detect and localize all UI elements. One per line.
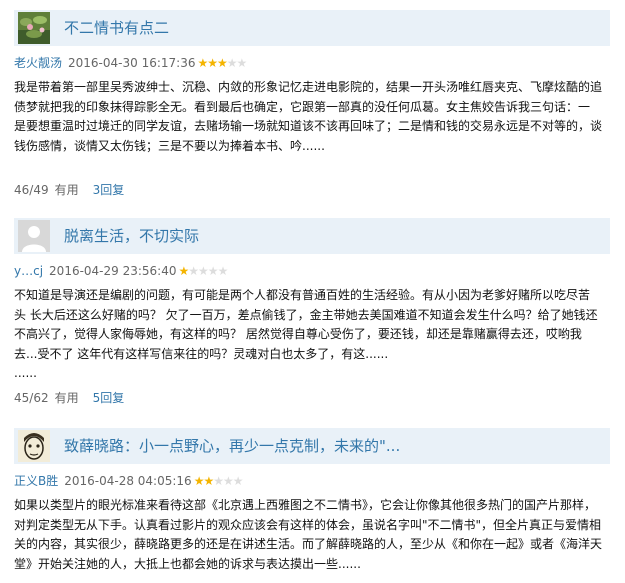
star-icon: ★	[203, 474, 214, 488]
review-meta: 正义B胜 2016-04-28 04:05:16 ★★★★★	[14, 472, 243, 490]
review-meta: y…cj 2016-04-29 23:56:40 ★★★★★	[14, 262, 229, 280]
review-line: 钱伤感情，谈情又太伤钱；三是不要以为捧着本书、吟......	[14, 138, 325, 153]
review-line: 去...受不了 这年代有这样写信来往的吗？灵魂对白也太多了，有这......	[14, 346, 389, 361]
review-time: 2016-04-28 04:05:16	[64, 474, 192, 488]
star-rating: ★★★★★	[193, 472, 244, 490]
star-icon: ★	[178, 264, 190, 278]
star-icon: ★	[222, 474, 234, 488]
star-icon: ★	[213, 474, 224, 488]
star-icon: ★	[207, 56, 218, 70]
review-line: 我是带着第一部里吴秀波绅士、沉稳、内敛的形象记忆走进电影院的，结果一开头汤唯红唇…	[14, 80, 603, 94]
useful-count: 46/49	[14, 183, 49, 197]
default-user-avatar-icon[interactable]	[18, 220, 50, 252]
review-line: 关的内容，其实很少，薛晓路更多的还是在讲述生活。而了解薛晓路的人，至少从《和你在…	[14, 537, 603, 551]
review-footer: 45/62 有用 5回复	[14, 389, 124, 407]
reply-link[interactable]: 5回复	[93, 391, 125, 405]
review-meta: 老火靓汤 2016-04-30 16:17:36 ★★★★★	[14, 54, 248, 72]
author-link[interactable]: y…cj	[14, 264, 43, 278]
review-line: 堂》开始关注她的人，大抵上也都会她的诉求与表达摸出一些......	[14, 556, 361, 571]
star-icon: ★	[197, 56, 208, 70]
review-title-link[interactable]: 致薛晓路：小一点野心，再少一点克制，未来的"...	[64, 428, 400, 464]
reply-link[interactable]: 3回复	[93, 183, 125, 197]
star-icon: ★	[217, 264, 229, 278]
review-line: ......	[14, 366, 37, 380]
review-header: 不二情书有点二	[14, 10, 610, 46]
star-icon: ★	[198, 264, 209, 278]
review-footer: 46/49 有用 3回复	[14, 181, 124, 199]
review-title-link[interactable]: 不二情书有点二	[64, 10, 169, 46]
star-icon: ★	[232, 474, 244, 488]
review-line: 对判定类型无从下手。认真看过影片的观众应该会有这样的体会，虽说名字叫"不二情书"…	[14, 517, 602, 532]
review-line: 不知道是导演还是编剧的问题，有可能是两个人都没有普通百姓的生活经验。有从小因为老…	[14, 288, 591, 302]
review-line: 如果以类型片的眼光标准来看待这部《北京遇上西雅图之不二情书》，它会让你像其他很多…	[14, 498, 597, 512]
useful-count: 45/62	[14, 391, 49, 405]
star-rating: ★★★★★	[197, 54, 248, 72]
star-icon: ★	[236, 56, 248, 70]
star-icon: ★	[207, 264, 219, 278]
review-body: 不知道是导演还是编剧的问题，有可能是两个人都没有普通百姓的生活经验。有从小因为老…	[14, 286, 614, 384]
review-time: 2016-04-29 23:56:40	[49, 264, 177, 278]
review-body: 我是带着第一部里吴秀波绅士、沉稳、内敛的形象记忆走进电影院的，结果一开头汤唯红唇…	[14, 78, 614, 156]
useful-label: 有用	[54, 391, 79, 405]
useful-label: 有用	[54, 183, 79, 197]
review-time: 2016-04-30 16:17:36	[68, 56, 196, 70]
review-line: 不高兴了，觉得人家侮辱她，有这样的吗？ 居然觉得自尊心受伤了，要还钱，却还是靠赌…	[14, 327, 582, 341]
star-icon: ★	[217, 56, 228, 70]
star-rating: ★★★★★	[178, 262, 229, 280]
sketch-face-avatar-icon[interactable]	[18, 430, 50, 462]
review-body: 如果以类型片的眼光标准来看待这部《北京遇上西雅图之不二情书》，它会让你像其他很多…	[14, 496, 614, 574]
review-line: 头 长大后还这么好赌的吗？ 欠了一百万，差点偷钱了，金主带她去美国难道不知道会发…	[14, 307, 598, 322]
star-icon: ★	[188, 264, 199, 278]
star-icon: ★	[226, 56, 238, 70]
review-header: 致薛晓路：小一点野心，再少一点克制，未来的"...	[14, 428, 610, 464]
author-link[interactable]: 老火靓汤	[14, 56, 62, 70]
lotus-pond-avatar-icon[interactable]	[18, 12, 50, 44]
star-icon: ★	[193, 474, 205, 488]
review-line: 是要想重温时过境迁的同学友谊，去赌场输一场就知道该不该再回味了；二是情和钱的交易…	[14, 119, 603, 133]
review-line: 债梦就把我的印象抹得踪影全无。看到最后也确定，它跟第一部真的没任何瓜葛。女主焦姣…	[14, 99, 591, 114]
review-title-link[interactable]: 脱离生活，不切实际	[64, 218, 199, 254]
review-header: 脱离生活，不切实际	[14, 218, 610, 254]
author-link[interactable]: 正义B胜	[14, 474, 58, 488]
